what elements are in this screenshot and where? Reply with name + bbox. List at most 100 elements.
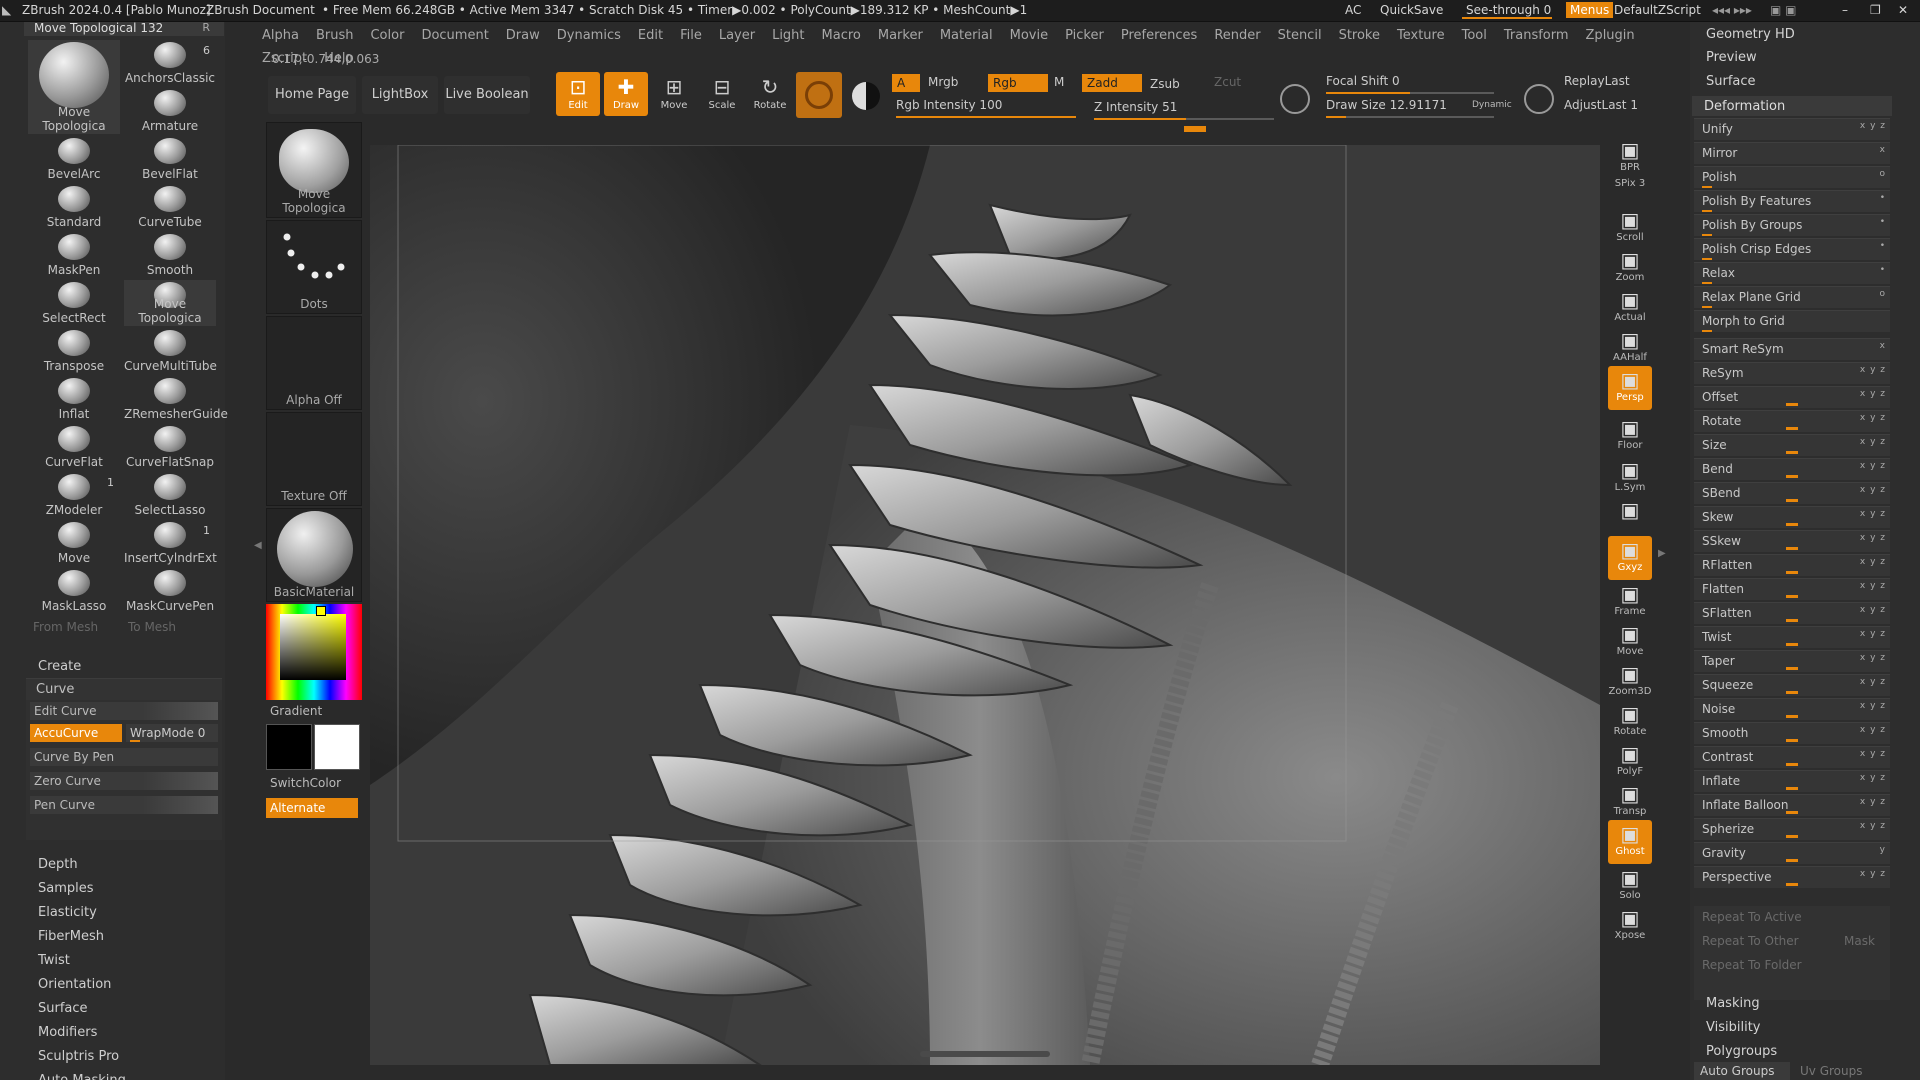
spix-3-view-button[interactable]: SPix 3 — [1608, 178, 1652, 198]
menu-texture[interactable]: Texture — [1397, 25, 1445, 47]
zcut-toggle[interactable]: Zcut — [1214, 75, 1241, 89]
a-toggle[interactable]: A — [892, 74, 920, 92]
draw-size-slider[interactable] — [1326, 116, 1494, 118]
m-toggle[interactable]: M — [1054, 75, 1064, 89]
frame-view-button[interactable]: ▣ Frame — [1608, 580, 1652, 624]
brush-inflat[interactable]: Inflat — [28, 376, 120, 422]
collapse-right-arrow-icon[interactable]: ▶ — [1658, 548, 1666, 559]
deform-contrast[interactable]: Contrast x y z — [1694, 746, 1890, 768]
deform-slider-knob[interactable] — [1786, 403, 1798, 406]
axis-toggle[interactable]: x y z — [1860, 605, 1886, 615]
wrapmode-slider[interactable]: WrapMode 0 — [126, 724, 218, 742]
window-layout-icon[interactable]: ▣ ▣ — [1770, 3, 1797, 17]
menu-brush[interactable]: Brush — [316, 25, 354, 47]
brush-anchorsclassic[interactable]: AnchorsClassic 6 — [124, 40, 216, 86]
menu-light[interactable]: Light — [772, 25, 804, 47]
deform-inflate-balloon[interactable]: Inflate Balloon x y z — [1694, 794, 1890, 816]
axis-toggle[interactable]: x y z — [1860, 485, 1886, 495]
lightbox-button[interactable]: LightBox — [362, 76, 438, 114]
zadd-toggle[interactable]: Zadd — [1082, 74, 1142, 92]
home-page-button[interactable]: Home Page — [268, 76, 356, 114]
deform-slider-knob[interactable] — [1786, 547, 1798, 550]
section-fibermesh[interactable]: FiberMesh — [24, 926, 224, 948]
z-intensity-slider[interactable] — [1094, 118, 1274, 120]
lazy-mouse-icon[interactable] — [1280, 84, 1310, 114]
deform-sskew[interactable]: SSkew x y z — [1694, 530, 1890, 552]
dynamic-brush-icon[interactable] — [1524, 84, 1554, 114]
deform-sbend[interactable]: SBend x y z — [1694, 482, 1890, 504]
repeat-to-active-button[interactable]: Repeat To Active — [1702, 910, 1802, 924]
deform-polish[interactable]: Polish o — [1694, 166, 1890, 188]
axis-toggle[interactable]: x y z — [1860, 413, 1886, 423]
ghost-view-button[interactable]: ▣ Ghost — [1608, 820, 1652, 864]
brush-curvetube[interactable]: CurveTube — [124, 184, 216, 230]
brush-curveflatsnap[interactable]: CurveFlatSnap — [124, 424, 216, 470]
axis-toggle[interactable]: x y z — [1860, 773, 1886, 783]
deform-slider-knob[interactable] — [1786, 787, 1798, 790]
axis-toggle[interactable]: x — [1880, 341, 1886, 351]
r-label[interactable]: R — [202, 21, 210, 34]
deform-sflatten[interactable]: SFlatten x y z — [1694, 602, 1890, 624]
quicksave-button[interactable]: QuickSave — [1380, 3, 1443, 17]
actual-view-button[interactable]: ▣ Actual — [1608, 286, 1652, 330]
collapse-left-arrow-icon[interactable]: ◀ — [254, 540, 262, 551]
menu-edit[interactable]: Edit — [638, 25, 663, 47]
section-samples[interactable]: Samples — [24, 878, 224, 900]
bpr-view-button[interactable]: ▣ BPR — [1608, 136, 1652, 180]
axis-toggle[interactable]: x y z — [1860, 869, 1886, 879]
deform-unify[interactable]: Unify x y z — [1694, 118, 1890, 140]
deform-flatten[interactable]: Flatten x y z — [1694, 578, 1890, 600]
axis-toggle[interactable]: x y z — [1860, 533, 1886, 543]
axis-toggle[interactable]: o — [1879, 289, 1886, 299]
3d-viewport-canvas[interactable] — [370, 145, 1600, 1065]
curve-section[interactable]: Curve — [26, 678, 222, 700]
scroll-view-button[interactable]: ▣ Scroll — [1608, 206, 1652, 250]
zsub-toggle[interactable]: Zsub — [1150, 77, 1180, 91]
menu-zplugin[interactable]: Zplugin — [1586, 25, 1635, 47]
replay-last-button[interactable]: ReplayLast — [1564, 74, 1630, 88]
deform-slider-knob[interactable] — [1786, 859, 1798, 862]
section-depth[interactable]: Depth — [24, 854, 224, 876]
deform-slider-knob[interactable] — [1786, 835, 1798, 838]
floor-view-button[interactable]: ▣ Floor — [1608, 414, 1652, 458]
main-color-swatch[interactable] — [314, 724, 360, 770]
from-mesh-button[interactable]: From Mesh — [33, 620, 98, 634]
axis-toggle[interactable]: x y z — [1860, 365, 1886, 375]
color-square[interactable] — [280, 614, 346, 680]
brush-selectlasso[interactable]: SelectLasso — [124, 472, 216, 518]
aahalf-view-button[interactable]: ▣ AAHalf — [1608, 326, 1652, 370]
menu-alpha[interactable]: Alpha — [262, 25, 299, 47]
masking-section[interactable]: Masking — [1706, 996, 1760, 1011]
switch-color-button[interactable]: SwitchColor — [270, 776, 341, 790]
axis-toggle[interactable]: x y z — [1860, 461, 1886, 471]
scale-mode-button[interactable]: ⊟ Scale — [700, 72, 744, 116]
deform-twist[interactable]: Twist x y z — [1694, 626, 1890, 648]
section-modifiers[interactable]: Modifiers — [24, 1022, 224, 1044]
move-view-button[interactable]: ▣ Move — [1608, 620, 1652, 664]
axis-toggle[interactable]: x y z — [1860, 725, 1886, 735]
draw-mode-button[interactable]: ✚ Draw — [604, 72, 648, 116]
brush-smooth[interactable]: Smooth — [124, 232, 216, 278]
section-surface[interactable]: Surface — [24, 998, 224, 1020]
gradient-label[interactable]: Gradient — [270, 704, 322, 718]
texture-tile[interactable]: Texture Off — [266, 412, 362, 506]
menu-material[interactable]: Material — [940, 25, 993, 47]
rotate-view-button[interactable]: ▣ Rotate — [1608, 700, 1652, 744]
brush-maskpen[interactable]: MaskPen — [28, 232, 120, 278]
deform-polish-crisp-edges[interactable]: Polish Crisp Edges • — [1694, 238, 1890, 260]
see-through-slider[interactable]: See-through 0 — [1466, 3, 1551, 17]
viewport-bottom-handle[interactable] — [920, 1051, 1050, 1057]
surface-section[interactable]: Surface — [1706, 74, 1756, 89]
mask-button[interactable]: Mask — [1844, 934, 1875, 948]
menu-tool[interactable]: Tool — [1462, 25, 1487, 47]
material-tile[interactable]: BasicMaterial — [266, 508, 362, 602]
axis-toggle[interactable]: x y z — [1860, 509, 1886, 519]
deform-relax-plane-grid[interactable]: Relax Plane Grid o — [1694, 286, 1890, 308]
deform-slider-knob[interactable] — [1786, 523, 1798, 526]
deform-bend[interactable]: Bend x y z — [1694, 458, 1890, 480]
axis-toggle[interactable]: x y z — [1860, 821, 1886, 831]
close-icon[interactable]: ✕ — [1898, 3, 1908, 17]
axis-toggle[interactable]: x y z — [1860, 677, 1886, 687]
menu-color[interactable]: Color — [370, 25, 404, 47]
deform-polish-by-groups[interactable]: Polish By Groups • — [1694, 214, 1890, 236]
